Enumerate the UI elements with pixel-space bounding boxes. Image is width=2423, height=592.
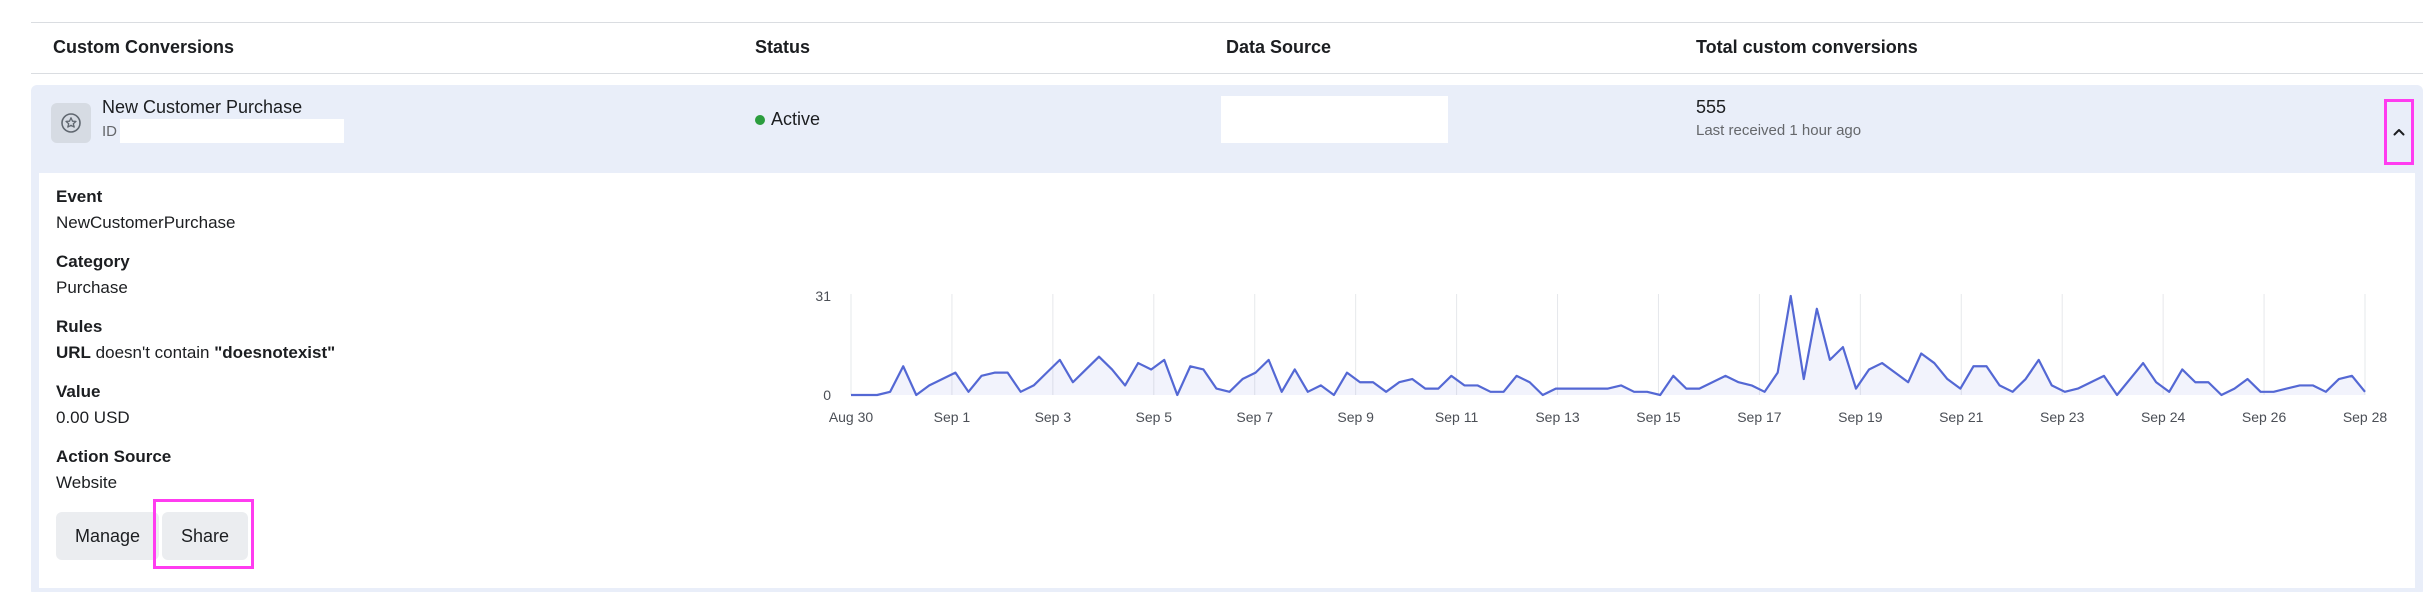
x-tick-label: Sep 24 bbox=[2141, 409, 2186, 425]
x-tick-label: Sep 7 bbox=[1236, 409, 1273, 425]
conversion-name[interactable]: New Customer Purchase bbox=[102, 97, 302, 118]
x-tick-label: Sep 13 bbox=[1535, 409, 1580, 425]
x-tick-label: Sep 17 bbox=[1737, 409, 1782, 425]
x-tick-label: Sep 19 bbox=[1838, 409, 1883, 425]
status-text: Active bbox=[771, 109, 821, 129]
last-received-text: Last received 1 hour ago bbox=[1696, 122, 1862, 139]
header-status[interactable]: Status bbox=[755, 37, 810, 58]
conversion-id-label: ID bbox=[102, 123, 117, 140]
chevron-up-icon bbox=[2393, 129, 2405, 136]
x-tick-label: Aug 30 bbox=[829, 409, 874, 425]
x-tick-label: Sep 28 bbox=[2343, 409, 2388, 425]
y-tick-label: 31 bbox=[815, 288, 831, 304]
x-tick-label: Sep 21 bbox=[1939, 409, 1984, 425]
total-conversions-value: 555 bbox=[1696, 97, 1727, 117]
header-custom-conversions[interactable]: Custom Conversions bbox=[53, 37, 234, 58]
table-header-row: Custom Conversions Status Data Source To… bbox=[31, 22, 2423, 74]
series-area bbox=[851, 296, 2365, 395]
header-data-source[interactable]: Data Source bbox=[1226, 37, 1331, 58]
collapse-row-button[interactable] bbox=[2384, 99, 2414, 165]
x-tick-label: Sep 1 bbox=[934, 409, 971, 425]
conversion-detail-panel: Event NewCustomerPurchase Category Purch… bbox=[31, 173, 2423, 592]
redacted-id-value bbox=[120, 119, 344, 143]
redacted-data-source bbox=[1221, 96, 1448, 143]
x-tick-label: Sep 5 bbox=[1136, 409, 1173, 425]
conversions-line-chart: Aug 30 Sep 1 Sep 3 Sep 5 Sep 7 Sep 9 Sep 11 Sep… bbox=[815, 288, 2388, 425]
x-tick-label: Sep 26 bbox=[2242, 409, 2287, 425]
star-circle-icon bbox=[51, 103, 91, 143]
x-tick-label: Sep 9 bbox=[1337, 409, 1374, 425]
x-tick-label: Sep 15 bbox=[1636, 409, 1681, 425]
x-tick-label: Sep 3 bbox=[1035, 409, 1072, 425]
status-dot-icon bbox=[755, 114, 765, 125]
x-tick-label: Sep 23 bbox=[2040, 409, 2085, 425]
header-total-conversions[interactable]: Total custom conversions bbox=[1696, 37, 1918, 58]
custom-conversions-table: Custom Conversions Status Data Source To… bbox=[31, 22, 2423, 592]
table-row[interactable]: New Customer Purchase ID Active 555 Last… bbox=[31, 85, 2423, 173]
x-tick-label: Sep 11 bbox=[1435, 409, 1479, 425]
y-tick-label: 0 bbox=[823, 387, 831, 403]
status-badge: Active bbox=[755, 109, 820, 130]
